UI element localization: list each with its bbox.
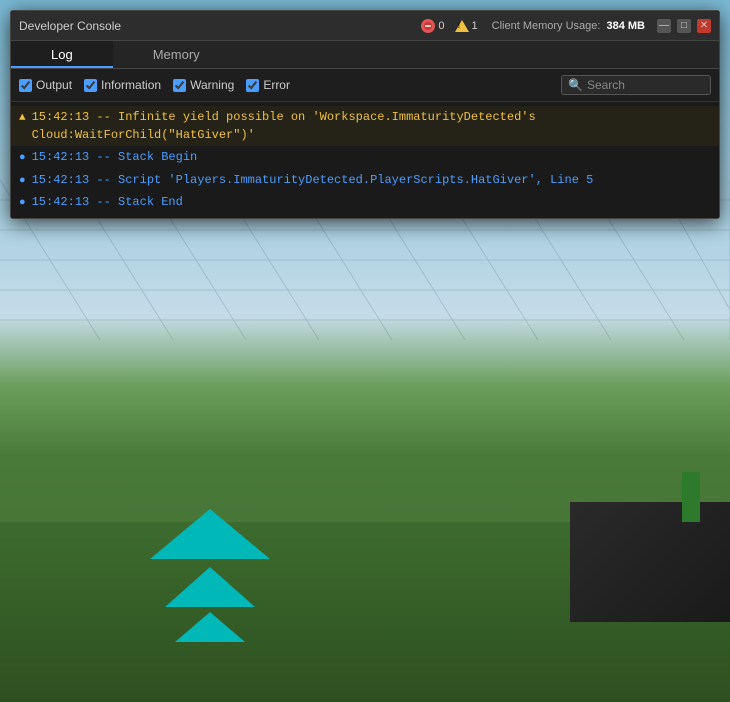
filter-error[interactable]: Error xyxy=(246,78,290,92)
log-icon-warning: ▲ xyxy=(19,110,26,127)
log-text: 15:42:13 -- Stack End xyxy=(32,193,183,211)
titlebar: Developer Console 0 ! 1 Client Memory Us… xyxy=(11,11,719,41)
search-icon: 🔍 xyxy=(568,78,583,92)
dark-platform xyxy=(570,502,730,622)
teal-triangles xyxy=(150,509,270,642)
tab-memory[interactable]: Memory xyxy=(113,41,240,68)
log-icon-info: ● xyxy=(19,195,26,212)
log-icon-info: ● xyxy=(19,150,26,167)
error-count: 0 xyxy=(438,20,444,32)
filter-information[interactable]: Information xyxy=(84,78,161,92)
log-text: 15:42:13 -- Infinite yield possible on '… xyxy=(32,108,711,144)
filter-bar: Output Information Warning Error 🔍 xyxy=(11,69,719,102)
log-entry: ▲ 15:42:13 -- Infinite yield possible on … xyxy=(11,106,719,146)
warning-triangle-icon: ! xyxy=(455,20,469,32)
console-title: Developer Console xyxy=(19,19,421,33)
warning-count: 1 xyxy=(472,20,478,32)
maximize-button[interactable]: □ xyxy=(677,19,691,33)
minimize-button[interactable]: — xyxy=(657,19,671,33)
log-area: ▲ 15:42:13 -- Infinite yield possible on … xyxy=(11,102,719,218)
log-text: 15:42:13 -- Script 'Players.ImmaturityDe… xyxy=(32,171,594,189)
triangle-mid xyxy=(165,567,255,607)
triangle-bot xyxy=(175,612,245,642)
log-entry: ● 15:42:13 -- Stack Begin xyxy=(11,146,719,169)
window-controls: — □ ✕ xyxy=(657,19,711,33)
memory-info: 0 ! 1 Client Memory Usage: 384 MB xyxy=(421,19,645,33)
close-button[interactable]: ✕ xyxy=(697,19,711,33)
search-box: 🔍 xyxy=(561,75,711,95)
log-text: 15:42:13 -- Stack Begin xyxy=(32,148,198,166)
developer-console: Developer Console 0 ! 1 Client Memory Us… xyxy=(10,10,720,219)
platform-green-bar xyxy=(682,472,700,522)
filter-warning[interactable]: Warning xyxy=(173,78,234,92)
log-icon-info: ● xyxy=(19,173,26,190)
search-input[interactable] xyxy=(587,78,704,92)
memory-label: Client Memory Usage: xyxy=(492,20,601,32)
log-entry: ● 15:42:13 -- Stack End xyxy=(11,191,719,214)
triangle-top xyxy=(150,509,270,559)
filter-output[interactable]: Output xyxy=(19,78,72,92)
tab-log[interactable]: Log xyxy=(11,41,113,68)
log-entry: ● 15:42:13 -- Script 'Players.ImmaturityD… xyxy=(11,169,719,192)
tab-bar: Log Memory xyxy=(11,41,719,69)
error-dot xyxy=(421,19,435,33)
memory-value: 384 MB xyxy=(606,20,645,32)
